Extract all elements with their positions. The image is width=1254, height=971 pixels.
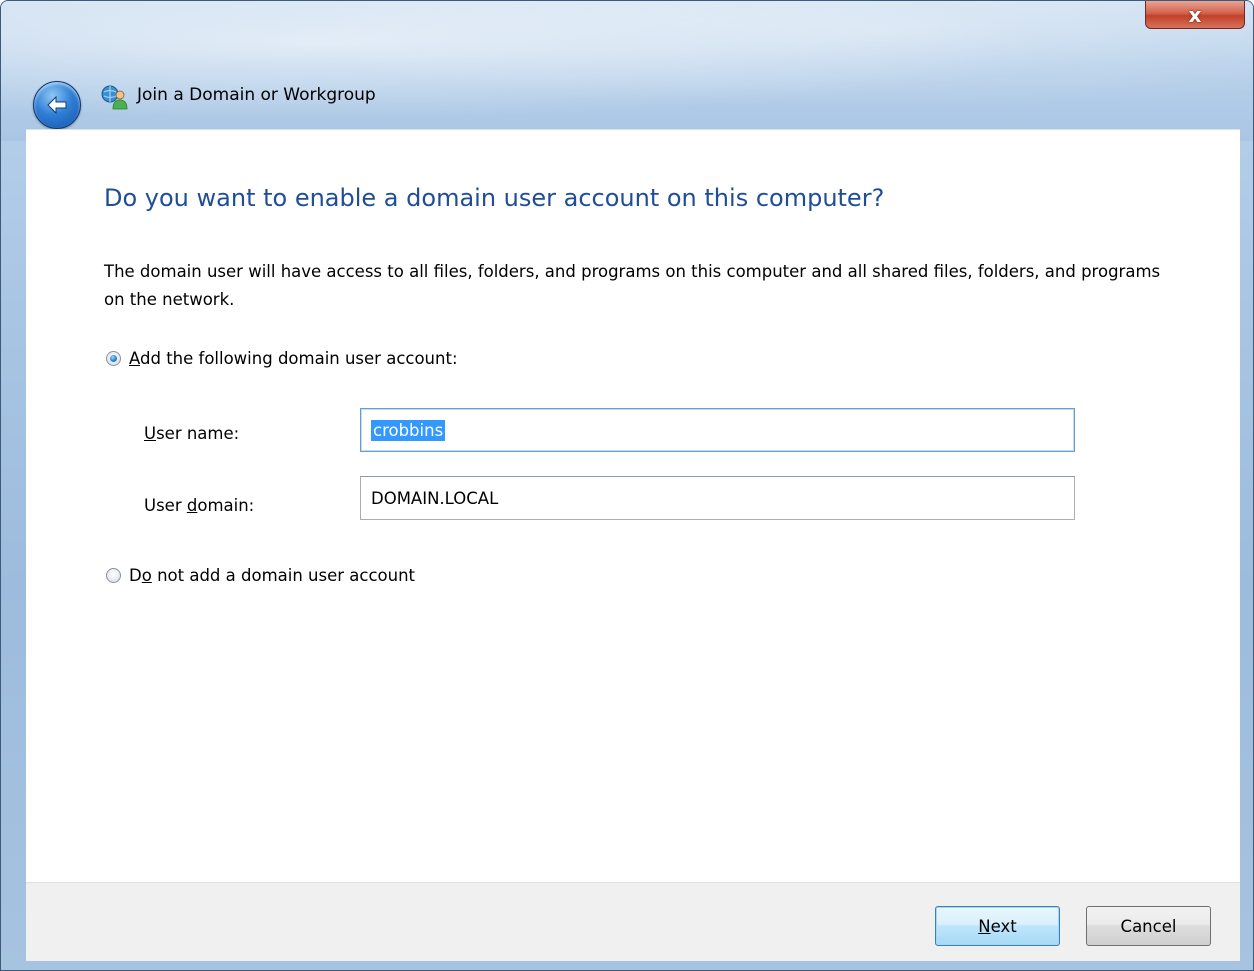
wizard-title: Join a Domain or Workgroup	[137, 85, 376, 105]
wizard-content: Do you want to enable a domain user acco…	[26, 129, 1240, 883]
back-button[interactable]	[33, 81, 81, 129]
user-domain-input[interactable]: DOMAIN.LOCAL	[360, 476, 1075, 520]
radio-dot	[110, 355, 117, 362]
user-name-input[interactable]: crobbins	[360, 408, 1075, 452]
radio-button-checked[interactable]	[106, 351, 121, 366]
close-icon: x	[1188, 2, 1202, 27]
page-description: The domain user will have access to all …	[104, 262, 1161, 309]
cancel-button-label: Cancel	[1120, 916, 1177, 936]
radio-none-label: Do not add a domain user account	[129, 566, 416, 585]
next-button[interactable]: Next	[935, 906, 1060, 946]
wizard-titlebar: Join a Domain or Workgroup	[1, 61, 1253, 129]
close-button[interactable]: x	[1145, 1, 1245, 29]
wizard-window: x Join a Domain or Workgroup Do you want…	[0, 0, 1254, 971]
cancel-button[interactable]: Cancel	[1086, 906, 1211, 946]
next-button-label: Next	[978, 916, 1017, 936]
user-name-value: crobbins	[371, 419, 446, 441]
user-name-label: User name:	[144, 424, 240, 443]
radio-add-label: Add the following domain user account:	[129, 349, 458, 368]
user-domain-label: User domain:	[144, 496, 255, 515]
network-users-icon	[101, 85, 128, 110]
radio-no-domain-user[interactable]: Do not add a domain user account	[106, 566, 415, 585]
wizard-footer: Next Cancel	[26, 882, 1240, 961]
back-arrow-icon	[47, 95, 67, 115]
radio-button-unchecked[interactable]	[106, 568, 121, 583]
page-heading: Do you want to enable a domain user acco…	[104, 184, 885, 212]
radio-add-domain-user[interactable]: Add the following domain user account:	[106, 349, 458, 368]
user-domain-value: DOMAIN.LOCAL	[371, 488, 499, 508]
